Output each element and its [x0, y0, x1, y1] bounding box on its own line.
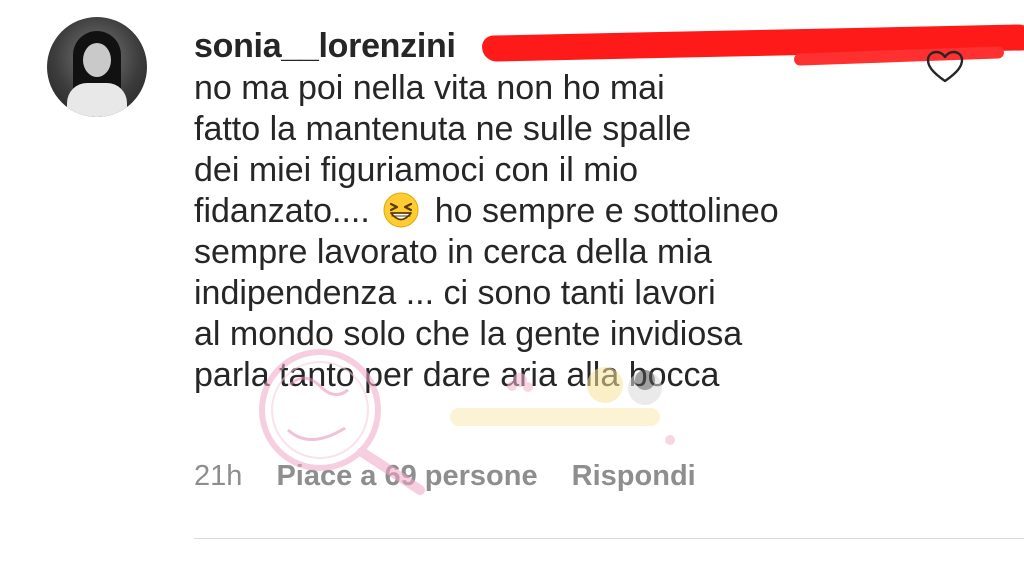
comment-line: al mondo solo che la gente invidiosa [194, 315, 743, 353]
comment-line: fatto la mantenuta ne sulle spalle [194, 110, 692, 148]
grinning-squinting-face-icon [383, 192, 419, 228]
heart-outline-icon[interactable] [926, 50, 964, 84]
comment-meta: 21h Piace a 69 persone Rispondi [194, 458, 722, 498]
reply-button[interactable]: Rispondi [572, 460, 696, 492]
avatar-shirt [67, 83, 127, 117]
comment-line-with-emoji: fidanzato.... ho sempre e sottolineo [194, 191, 894, 232]
likes-link[interactable]: Piace a 69 persone [276, 460, 537, 492]
username-link[interactable]: sonia__lorenzini [194, 27, 456, 65]
comment-text: fidanzato.... [194, 192, 370, 230]
comment-header: sonia__lorenzini [194, 24, 1024, 68]
timestamp: 21h [194, 460, 243, 492]
comment-line: no ma poi nella vita non ho mai [194, 69, 665, 107]
comment-line: parla tanto per dare aria alla bocca [194, 356, 720, 394]
comment-line: sempre lavorato in cerca della mia [194, 233, 712, 271]
comment-body: sonia__lorenzini no ma poi nella vita no… [194, 24, 1024, 396]
comment-line: indipendenza ... ci sono tanti lavori [194, 274, 716, 312]
comment-line: dei miei figuriamoci con il mio [194, 151, 639, 189]
comment-divider [194, 538, 1024, 539]
avatar-face [83, 43, 111, 77]
avatar[interactable] [47, 17, 147, 117]
comment-text: ho sempre e sottolineo [434, 192, 779, 230]
